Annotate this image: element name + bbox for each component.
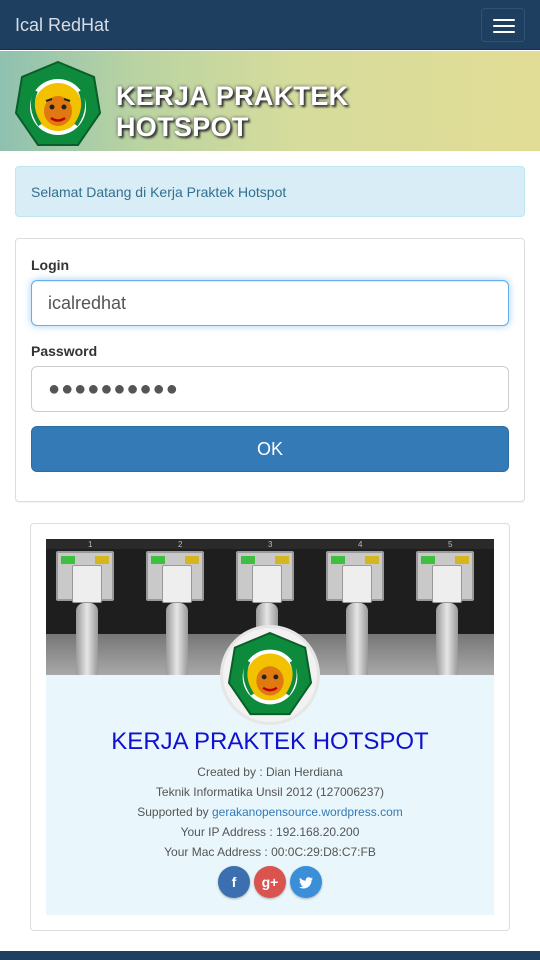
footer-bar — [0, 951, 540, 960]
ethernet-port-4 — [326, 551, 384, 675]
google-plus-button[interactable]: g+ — [254, 866, 286, 898]
supported-by-text: Supported by gerakanopensource.wordpress… — [137, 805, 403, 819]
facebook-button[interactable]: f — [218, 866, 250, 898]
profile-info: KERJA PRAKTEK HOTSPOT Created by : Dian … — [46, 625, 494, 915]
created-by-text: Created by : Dian Herdiana — [197, 765, 343, 779]
port-number: 1 — [88, 540, 93, 549]
port-number: 5 — [448, 540, 453, 549]
facebook-icon: f — [231, 874, 237, 890]
navbar-brand[interactable]: Ical RedHat — [15, 15, 109, 36]
port-number: 3 — [268, 540, 273, 549]
profile-avatar — [220, 625, 320, 725]
login-input[interactable] — [31, 280, 509, 326]
ethernet-port-3 — [236, 551, 294, 675]
menu-toggle-button[interactable] — [481, 8, 525, 42]
twitter-icon — [299, 874, 313, 890]
university-emblem-icon — [227, 632, 313, 716]
welcome-alert: Selamat Datang di Kerja Praktek Hotspot — [15, 166, 525, 217]
ethernet-port-2 — [146, 551, 204, 675]
profile-title: KERJA PRAKTEK HOTSPOT — [111, 728, 429, 755]
banner-title: KERJA PRAKTEK HOTSPOT — [116, 81, 349, 142]
supporter-link[interactable]: gerakanopensource.wordpress.com — [212, 805, 403, 819]
twitter-button[interactable] — [290, 866, 322, 898]
ip-address-text: Your IP Address : 192.168.20.200 — [180, 825, 360, 839]
university-emblem-logo — [14, 60, 102, 154]
login-panel: Login Password ●●●●●●●●●● OK — [15, 238, 525, 502]
ethernet-port-5 — [416, 551, 474, 675]
ok-button[interactable]: OK — [31, 426, 509, 472]
google-plus-icon: g+ — [261, 874, 279, 890]
login-label: Login — [31, 257, 70, 273]
password-label: Password — [31, 343, 98, 359]
ethernet-port-1 — [56, 551, 114, 675]
header-banner: KERJA PRAKTEK HOTSPOT — [0, 51, 540, 151]
profile-card: 1 2 3 4 5 KERJA PRAKTEK HOTSPOT Created … — [30, 523, 510, 931]
top-navbar: Ical RedHat — [0, 0, 540, 50]
password-input[interactable]: ●●●●●●●●●● — [31, 366, 509, 412]
port-number: 4 — [358, 540, 363, 549]
mac-address-text: Your Mac Address : 00:0C:29:D8:C7:FB — [164, 845, 376, 859]
program-text: Teknik Informatika Unsil 2012 (127006237… — [155, 785, 385, 799]
port-number: 2 — [178, 540, 183, 549]
password-mask: ●●●●●●●●●● — [48, 378, 179, 400]
